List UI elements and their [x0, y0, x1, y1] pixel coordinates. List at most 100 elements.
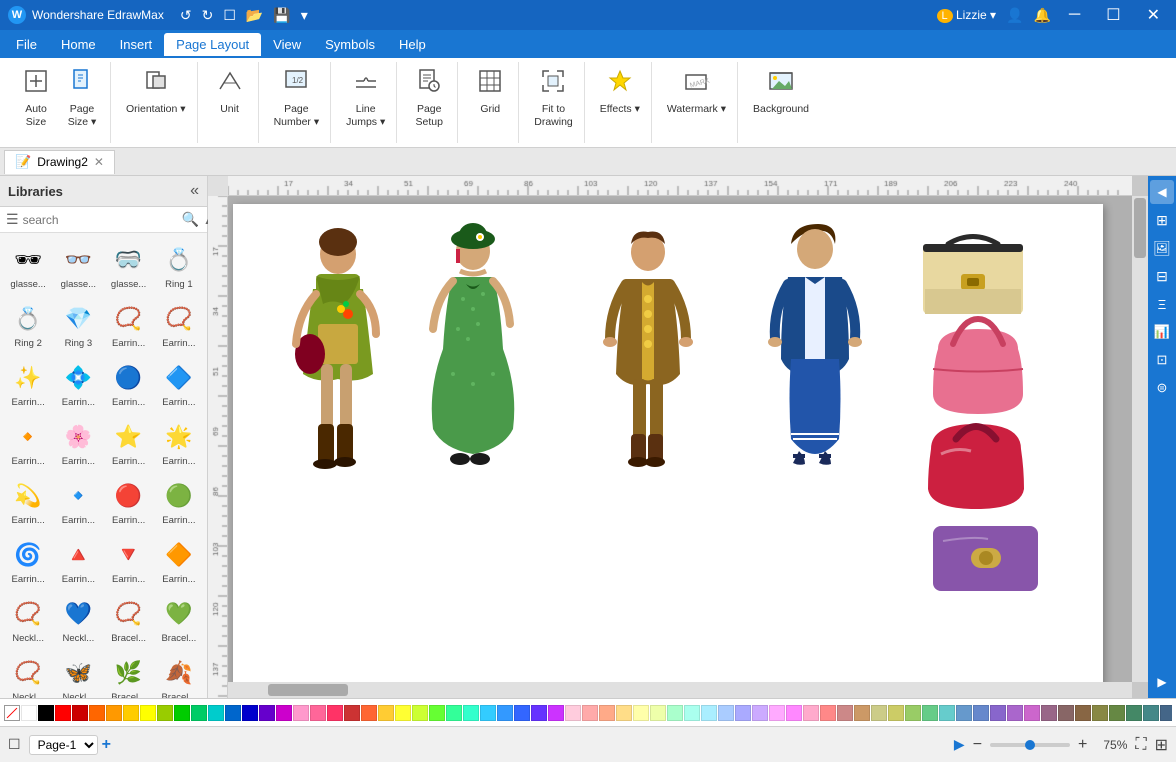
color-swatch[interactable] — [1024, 705, 1040, 721]
color-swatch[interactable] — [106, 705, 122, 721]
color-swatch[interactable] — [1109, 705, 1125, 721]
color-swatch[interactable] — [905, 705, 921, 721]
color-swatch[interactable] — [582, 705, 598, 721]
library-item-earrin[interactable]: ✨Earrin... — [4, 355, 52, 412]
color-swatch[interactable] — [55, 705, 71, 721]
color-swatch[interactable] — [293, 705, 309, 721]
library-item-ring 2[interactable]: 💍Ring 2 — [4, 296, 52, 353]
library-item-neckl[interactable]: 📿Neckl... — [4, 650, 52, 698]
color-swatch[interactable] — [973, 705, 989, 721]
page-select-dropdown[interactable]: Page-1 — [29, 735, 98, 755]
library-item-earrin[interactable]: 🔵Earrin... — [105, 355, 153, 412]
notification-btn[interactable]: 🔔 — [1033, 7, 1050, 24]
right-panel-layers-btn[interactable]: ⊟ — [1150, 264, 1174, 288]
page-size-btn[interactable]: PageSize ▾ — [60, 62, 104, 131]
color-swatch[interactable] — [1160, 705, 1172, 721]
library-item-earrin[interactable]: 🔻Earrin... — [105, 532, 153, 589]
color-swatch[interactable] — [361, 705, 377, 721]
library-item-bracel[interactable]: 🍂Bracel... — [155, 650, 203, 698]
menu-symbols[interactable]: Symbols — [313, 33, 387, 56]
color-swatch[interactable] — [1058, 705, 1074, 721]
add-page-btn[interactable]: + — [102, 736, 111, 754]
library-item-earrin[interactable]: 💫Earrin... — [4, 473, 52, 530]
color-swatch[interactable] — [616, 705, 632, 721]
no-fill-color-swatch[interactable] — [4, 705, 20, 721]
library-item-earrin[interactable]: 🔸Earrin... — [4, 414, 52, 471]
color-swatch[interactable] — [650, 705, 666, 721]
library-item-neckl[interactable]: 🦋Neckl... — [54, 650, 102, 698]
right-panel-connect-btn[interactable]: ⊜ — [1150, 376, 1174, 400]
right-panel-image-btn[interactable]: 🖼 — [1150, 236, 1174, 260]
horizontal-scrollbar[interactable] — [228, 682, 1132, 698]
color-swatch[interactable] — [1075, 705, 1091, 721]
effects-btn[interactable]: Effects ▾ — [595, 62, 645, 119]
color-swatch[interactable] — [531, 705, 547, 721]
vertical-scrollbar[interactable] — [1132, 196, 1148, 682]
color-swatch[interactable] — [514, 705, 530, 721]
color-swatch[interactable] — [990, 705, 1006, 721]
zoom-slider[interactable] — [990, 743, 1070, 747]
fit-page-btn[interactable]: ⛶ — [1135, 736, 1146, 754]
background-btn[interactable]: Background — [748, 62, 814, 119]
color-swatch[interactable] — [38, 705, 54, 721]
menu-help[interactable]: Help — [387, 33, 438, 56]
color-swatch[interactable] — [140, 705, 156, 721]
color-swatch[interactable] — [871, 705, 887, 721]
color-swatch[interactable] — [191, 705, 207, 721]
new-file-btn[interactable]: ☐ — [223, 7, 236, 24]
color-swatch[interactable] — [174, 705, 190, 721]
color-swatch[interactable] — [667, 705, 683, 721]
color-swatch[interactable] — [429, 705, 445, 721]
add-library-icon[interactable]: ☰ — [6, 211, 19, 228]
zoom-out-btn[interactable]: − — [973, 736, 982, 754]
library-item-earrin[interactable]: 🔶Earrin... — [155, 532, 203, 589]
library-item-earrin[interactable]: 🔴Earrin... — [105, 473, 153, 530]
color-swatch[interactable] — [837, 705, 853, 721]
close-btn[interactable]: ✕ — [1139, 3, 1168, 27]
color-swatch[interactable] — [1143, 705, 1159, 721]
library-item-bracel[interactable]: 🌿Bracel... — [105, 650, 153, 698]
minimize-btn[interactable]: ─ — [1061, 4, 1088, 26]
more-btn[interactable]: ▾ — [301, 7, 308, 24]
right-panel-expand-btn[interactable]: ◀ — [1150, 180, 1174, 204]
color-swatch[interactable] — [769, 705, 785, 721]
libraries-collapse-btn[interactable]: « — [190, 182, 199, 200]
page-icon-btn[interactable]: ☐ — [8, 736, 21, 753]
watermark-btn[interactable]: MARK Watermark ▾ — [662, 62, 731, 119]
color-swatch[interactable] — [956, 705, 972, 721]
color-swatch[interactable] — [276, 705, 292, 721]
play-btn[interactable]: ▶ — [954, 736, 965, 753]
color-swatch[interactable] — [412, 705, 428, 721]
color-swatch[interactable] — [463, 705, 479, 721]
document-tab[interactable]: 📝 Drawing2 ✕ — [4, 150, 115, 174]
color-swatch[interactable] — [242, 705, 258, 721]
library-item-earrin[interactable]: 🔺Earrin... — [54, 532, 102, 589]
library-item-earrin[interactable]: 📿Earrin... — [105, 296, 153, 353]
menu-view[interactable]: View — [261, 33, 313, 56]
save-file-btn[interactable]: 💾 — [273, 7, 290, 24]
right-panel-grid-btn[interactable]: ⊞ — [1150, 208, 1174, 232]
library-item-earrin[interactable]: 🟢Earrin... — [155, 473, 203, 530]
share-btn[interactable]: 👤 — [1006, 7, 1023, 24]
color-swatch[interactable] — [72, 705, 88, 721]
color-swatch[interactable] — [786, 705, 802, 721]
color-swatch[interactable] — [378, 705, 394, 721]
library-item-ring 1[interactable]: 💍Ring 1 — [155, 237, 203, 294]
orientation-btn[interactable]: Orientation ▾ — [121, 62, 191, 119]
search-input[interactable] — [23, 213, 178, 227]
color-swatch[interactable] — [259, 705, 275, 721]
fit-to-drawing-btn[interactable]: Fit toDrawing — [529, 62, 578, 131]
zoom-in-btn[interactable]: + — [1078, 736, 1087, 754]
color-swatch[interactable] — [344, 705, 360, 721]
color-swatch[interactable] — [497, 705, 513, 721]
menu-file[interactable]: File — [4, 33, 49, 56]
library-item-earrin[interactable]: ⭐Earrin... — [105, 414, 153, 471]
color-swatch[interactable] — [1126, 705, 1142, 721]
color-swatch[interactable] — [922, 705, 938, 721]
auto-size-btn[interactable]: AutoSize — [14, 62, 58, 131]
tab-close-btn[interactable]: ✕ — [94, 155, 104, 169]
color-swatch[interactable] — [446, 705, 462, 721]
zoom-slider-thumb[interactable] — [1025, 740, 1035, 750]
color-swatch[interactable] — [939, 705, 955, 721]
library-item-earrin[interactable]: 🔹Earrin... — [54, 473, 102, 530]
